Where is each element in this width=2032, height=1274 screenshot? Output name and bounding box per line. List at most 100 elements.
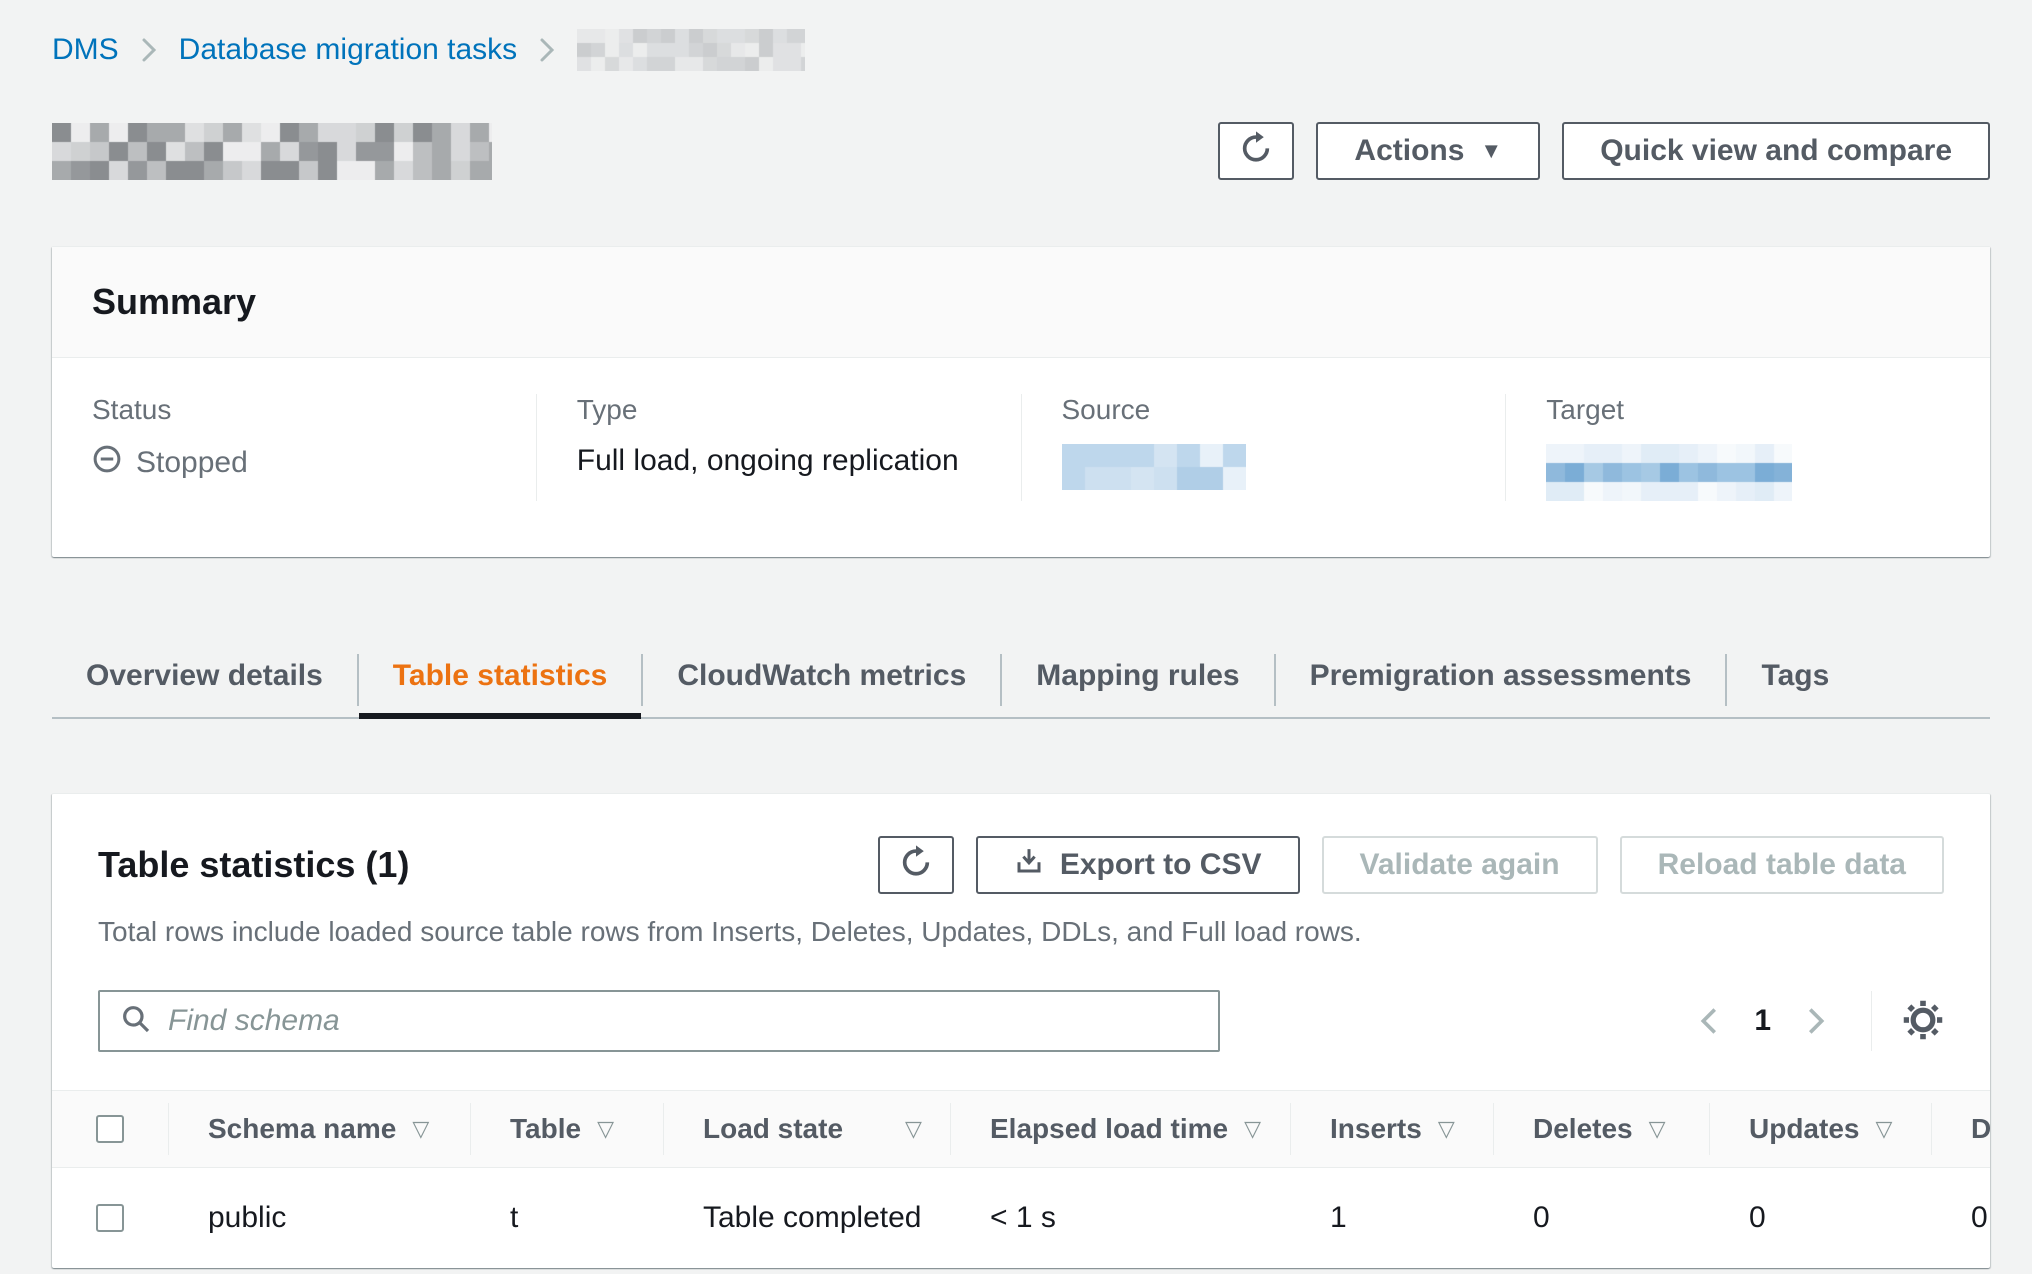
- header-actions: Actions ▼ Quick view and compare: [1218, 122, 1990, 180]
- sort-icon: ▽: [905, 1116, 922, 1142]
- detail-tabs: Overview details Table statistics CloudW…: [52, 643, 1990, 719]
- chevron-right-icon: [539, 36, 555, 64]
- tab-table-statistics[interactable]: Table statistics: [359, 643, 642, 717]
- previous-page-button[interactable]: [1690, 997, 1728, 1045]
- column-header-schema-name[interactable]: Schema name ▽: [168, 1091, 470, 1167]
- select-all-cell: [52, 1091, 168, 1167]
- table-statistics-card: Table statistics (1) Export to CSV Valid…: [52, 793, 1990, 1268]
- tab-tags[interactable]: Tags: [1727, 643, 1863, 717]
- table-row: public t Table completed < 1 s 1 0 0 0: [52, 1168, 1990, 1268]
- export-csv-button[interactable]: Export to CSV: [976, 836, 1300, 894]
- sort-icon: ▽: [1875, 1116, 1892, 1142]
- summary-card: Summary Status Stopped Type Full load, o…: [52, 246, 1990, 557]
- column-header-elapsed-load-time[interactable]: Elapsed load time ▽: [950, 1091, 1290, 1167]
- sort-icon: ▽: [1244, 1116, 1261, 1142]
- summary-card-body: Status Stopped Type Full load, ongoing r…: [52, 358, 1990, 557]
- cell-table: t: [470, 1168, 663, 1268]
- export-csv-label: Export to CSV: [1060, 848, 1262, 882]
- status-text: Stopped: [136, 446, 248, 480]
- refresh-button[interactable]: [1218, 122, 1294, 180]
- column-label: Schema name: [208, 1113, 396, 1145]
- tab-mapping-rules[interactable]: Mapping rules: [1002, 643, 1273, 717]
- table-toolbar: 1: [52, 990, 1990, 1052]
- select-all-checkbox[interactable]: [96, 1115, 124, 1143]
- table-settings-button[interactable]: [1902, 999, 1944, 1044]
- summary-field-target: Target: [1505, 394, 1990, 501]
- tab-overview-details[interactable]: Overview details: [52, 643, 357, 717]
- cell-ddls: 0: [1931, 1168, 1990, 1268]
- column-label: DDLs: [1971, 1113, 1990, 1145]
- cell-updates: 0: [1709, 1168, 1931, 1268]
- next-page-button[interactable]: [1797, 997, 1835, 1045]
- sort-icon: ▽: [412, 1116, 429, 1142]
- toolbar-divider: [1871, 991, 1872, 1051]
- table-statistics-header: Table statistics (1) Export to CSV Valid…: [52, 836, 1990, 894]
- type-label: Type: [577, 394, 981, 426]
- search-icon: [120, 1003, 152, 1040]
- redacted-target-endpoint-link[interactable]: [1546, 444, 1792, 501]
- column-header-updates[interactable]: Updates ▽: [1709, 1091, 1931, 1167]
- current-page-number[interactable]: 1: [1754, 1004, 1771, 1038]
- column-label: Updates: [1749, 1113, 1859, 1145]
- target-label: Target: [1546, 394, 1950, 426]
- breadcrumb: DMS Database migration tasks: [52, 28, 1990, 72]
- type-value: Full load, ongoing replication: [577, 444, 981, 478]
- refresh-icon: [899, 844, 933, 886]
- table-statistics-description: Total rows include loaded source table r…: [52, 916, 1990, 948]
- column-label: Inserts: [1330, 1113, 1422, 1145]
- column-header-load-state[interactable]: Load state ▽: [663, 1091, 950, 1167]
- gear-icon: [1902, 999, 1944, 1044]
- table-statistics-title: Table statistics (1): [98, 844, 409, 886]
- status-value: Stopped: [92, 444, 496, 482]
- pagination: 1: [1690, 991, 1944, 1051]
- tab-premigration-assessments[interactable]: Premigration assessments: [1276, 643, 1726, 717]
- row-checkbox[interactable]: [96, 1204, 124, 1232]
- quick-view-label: Quick view and compare: [1600, 134, 1952, 168]
- summary-title: Summary: [92, 281, 1950, 323]
- schema-search: [98, 990, 1220, 1052]
- validate-again-label: Validate again: [1360, 848, 1560, 882]
- chevron-right-icon: [141, 36, 157, 64]
- search-input[interactable]: [168, 1004, 1198, 1038]
- column-header-ddls[interactable]: DDLs ▽: [1931, 1091, 1990, 1167]
- tab-cloudwatch-metrics[interactable]: CloudWatch metrics: [643, 643, 1000, 717]
- row-select-cell: [52, 1168, 168, 1268]
- page-header: Actions ▼ Quick view and compare: [52, 120, 1990, 182]
- reload-table-data-label: Reload table data: [1658, 848, 1906, 882]
- sort-icon: ▽: [1649, 1116, 1666, 1142]
- column-header-table[interactable]: Table ▽: [470, 1091, 663, 1167]
- cell-schema-name: public: [168, 1168, 470, 1268]
- caret-down-icon: ▼: [1480, 140, 1502, 162]
- stopped-status-icon: [92, 444, 122, 482]
- reload-table-data-button[interactable]: Reload table data: [1620, 836, 1944, 894]
- sort-icon: ▽: [1438, 1116, 1455, 1142]
- summary-field-source: Source: [1021, 394, 1506, 501]
- summary-card-header: Summary: [52, 247, 1990, 358]
- breadcrumb-link-tasks[interactable]: Database migration tasks: [179, 33, 518, 67]
- page: DMS Database migration tasks Actions ▼ Q…: [0, 0, 2032, 1268]
- column-label: Load state: [703, 1113, 843, 1145]
- cell-inserts: 1: [1290, 1168, 1493, 1268]
- redacted-source-endpoint-link[interactable]: [1062, 444, 1246, 490]
- cell-elapsed-load-time: < 1 s: [950, 1168, 1290, 1268]
- redacted-page-title: [52, 123, 492, 180]
- table-header-row: Schema name ▽ Table ▽ Load state ▽ Elaps…: [52, 1090, 1990, 1168]
- summary-field-type: Type Full load, ongoing replication: [536, 394, 1021, 501]
- column-label: Table: [510, 1113, 581, 1145]
- validate-again-button[interactable]: Validate again: [1322, 836, 1598, 894]
- breadcrumb-link-dms[interactable]: DMS: [52, 33, 119, 67]
- summary-field-status: Status Stopped: [52, 394, 536, 501]
- status-label: Status: [92, 394, 496, 426]
- column-header-inserts[interactable]: Inserts ▽: [1290, 1091, 1493, 1167]
- quick-view-compare-button[interactable]: Quick view and compare: [1562, 122, 1990, 180]
- column-label: Elapsed load time: [990, 1113, 1228, 1145]
- column-header-deletes[interactable]: Deletes ▽: [1493, 1091, 1709, 1167]
- refresh-icon: [1239, 130, 1273, 172]
- source-label: Source: [1062, 394, 1466, 426]
- cell-deletes: 0: [1493, 1168, 1709, 1268]
- download-icon: [1014, 846, 1044, 884]
- actions-button-label: Actions: [1354, 134, 1464, 168]
- actions-button[interactable]: Actions ▼: [1316, 122, 1540, 180]
- column-label: Deletes: [1533, 1113, 1633, 1145]
- table-refresh-button[interactable]: [878, 836, 954, 894]
